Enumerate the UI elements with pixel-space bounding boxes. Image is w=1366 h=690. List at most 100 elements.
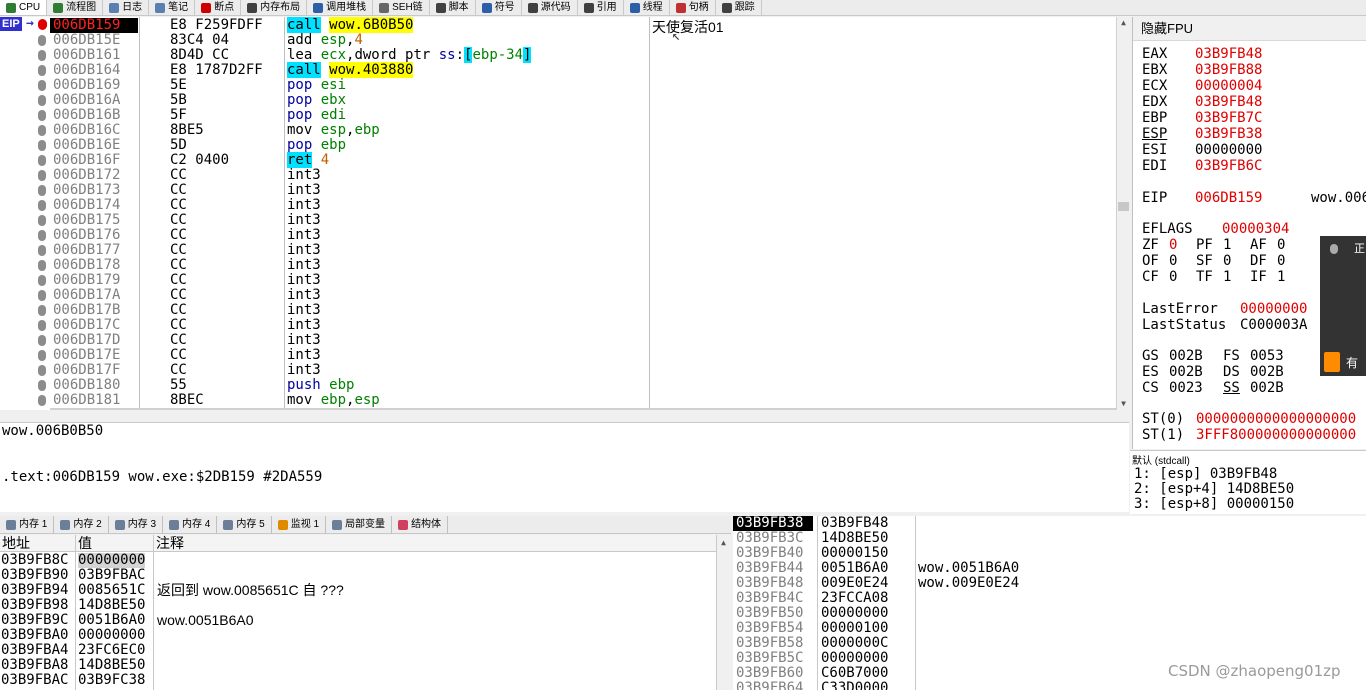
disasm-row[interactable]: 006DB16E 5D pop ebp bbox=[50, 138, 650, 153]
disasm-row[interactable]: 006DB164 E8 1787D2FF call wow.403880 bbox=[50, 62, 650, 78]
breakpoint-slot-icon[interactable] bbox=[38, 80, 46, 91]
tab-graph[interactable]: 流程图 bbox=[47, 0, 104, 15]
disasm-row[interactable]: 006DB176 CC int3 bbox=[50, 228, 650, 243]
breakpoint-slot-icon[interactable] bbox=[38, 380, 46, 391]
breakpoint-slot-icon[interactable] bbox=[38, 245, 46, 256]
segment-value[interactable]: 002B bbox=[1169, 348, 1223, 364]
address-column-header[interactable]: 地址 bbox=[0, 535, 76, 552]
segment-value[interactable]: 002B bbox=[1250, 364, 1304, 380]
register-name[interactable]: EBX bbox=[1142, 62, 1195, 78]
disasm-row[interactable]: 006DB159 E8 F259FDFF call wow.6B0B50 bbox=[50, 17, 650, 33]
disasm-row[interactable]: 006DB17B CC int3 bbox=[50, 303, 650, 318]
breakpoint-slot-icon[interactable] bbox=[38, 335, 46, 346]
dump-row[interactable]: 03B9FBAC 03B9FC38 bbox=[0, 673, 716, 688]
dump-row[interactable]: 03B9FB94 0085651C 返回到 wow.0085651C 自 ??? bbox=[0, 583, 716, 598]
dump-tab[interactable]: 结构体 bbox=[392, 516, 449, 534]
disassembly-view[interactable]: EIP → 006DB159 E8 F259FDFF call wow.6B0B50… bbox=[0, 17, 1129, 410]
disasm-row[interactable]: 006DB16C 8BE5 mov esp,ebp bbox=[50, 123, 650, 138]
disasm-row[interactable]: 006DB15E 83C4 04 add esp,4 bbox=[50, 33, 650, 48]
disasm-row[interactable]: 006DB161 8D4D CC lea ecx,dword ptr ss:[ebp… bbox=[50, 47, 650, 63]
register-value[interactable]: 03B9FB88 bbox=[1195, 62, 1262, 78]
disasm-row[interactable]: 006DB16A 5B pop ebx bbox=[50, 93, 650, 108]
breakpoint-slot-icon[interactable] bbox=[38, 350, 46, 361]
breakpoint-slot-icon[interactable] bbox=[38, 65, 46, 76]
disasm-row[interactable]: 006DB179 CC int3 bbox=[50, 273, 650, 288]
register-value[interactable]: 03B9FB48 bbox=[1195, 46, 1262, 62]
segment-value[interactable]: 0053 bbox=[1250, 348, 1304, 364]
register-value[interactable]: 00000000 bbox=[1240, 301, 1307, 317]
dump-tab[interactable]: 局部变量 bbox=[326, 516, 393, 534]
flag-value[interactable]: 1 bbox=[1277, 269, 1304, 285]
register-value[interactable]: 03B9FB48 bbox=[1195, 94, 1262, 110]
tab-trace[interactable]: 跟踪 bbox=[716, 0, 762, 15]
register-value[interactable]: 03B9FB6C bbox=[1195, 158, 1262, 174]
dump-scrollbar[interactable]: ▲ bbox=[716, 535, 731, 690]
breakpoint-slot-icon[interactable] bbox=[38, 35, 46, 46]
stack-row[interactable]: 03B9FB54 00000100 bbox=[733, 621, 1366, 636]
stack-row[interactable]: 03B9FB50 00000000 bbox=[733, 606, 1366, 621]
breakpoint-slot-icon[interactable] bbox=[38, 50, 46, 61]
breakpoint-dot-icon[interactable] bbox=[38, 19, 47, 30]
tab-references[interactable]: 引用 bbox=[578, 0, 624, 15]
flag-value[interactable]: 0 bbox=[1277, 253, 1304, 269]
disasm-row[interactable]: 006DB181 8BEC mov ebp,esp bbox=[50, 393, 650, 408]
dump-tab[interactable]: 内存 5 bbox=[217, 516, 272, 534]
register-value[interactable]: C000003A bbox=[1240, 317, 1307, 333]
stack-row[interactable]: 03B9FB44 0051B6A0 wow.0051B6A0 bbox=[733, 561, 1366, 576]
disasm-row[interactable]: 006DB169 5E pop esi bbox=[50, 78, 650, 93]
tab-log[interactable]: 日志 bbox=[103, 0, 150, 15]
flag-value[interactable]: 0 bbox=[1277, 237, 1304, 253]
fpu-register-value[interactable]: 0000000000000000000 bbox=[1196, 411, 1356, 427]
call-arg-row[interactable]: 1: [esp] 03B9FB48 bbox=[1134, 467, 1277, 482]
breakpoint-slot-icon[interactable] bbox=[38, 140, 46, 151]
tab-seh[interactable]: SEH链 bbox=[373, 0, 430, 15]
disasm-row[interactable]: 006DB17E CC int3 bbox=[50, 348, 650, 363]
register-value[interactable]: 00000304 bbox=[1222, 221, 1289, 237]
segment-value[interactable]: 002B bbox=[1169, 364, 1223, 380]
scroll-up-icon[interactable]: ▲ bbox=[718, 537, 729, 549]
register-name[interactable]: EDX bbox=[1142, 94, 1195, 110]
stack-row[interactable]: 03B9FB38 03B9FB48 bbox=[733, 516, 1366, 531]
tab-threads[interactable]: 线程 bbox=[624, 0, 670, 15]
disasm-row[interactable]: 006DB17C CC int3 bbox=[50, 318, 650, 333]
tab-notes[interactable]: 笔记 bbox=[149, 0, 196, 15]
disassembly-scrollbar[interactable]: ▲ ▼ bbox=[1116, 17, 1129, 410]
call-arg-row[interactable]: 3: [esp+8] 00000150 bbox=[1134, 497, 1294, 512]
register-value[interactable]: 03B9FB38 bbox=[1195, 126, 1262, 142]
call-arg-row[interactable]: 2: [esp+4] 14D8BE50 bbox=[1134, 482, 1294, 497]
hide-fpu-button[interactable]: 隐藏FPU bbox=[1133, 17, 1366, 41]
breakpoint-slot-icon[interactable] bbox=[38, 215, 46, 226]
breakpoint-slot-icon[interactable] bbox=[38, 275, 46, 286]
dump-tab[interactable]: 内存 4 bbox=[163, 516, 218, 534]
tab-memory-map[interactable]: 内存布局 bbox=[241, 0, 308, 15]
tab-breakpoint[interactable]: 断点 bbox=[195, 0, 242, 15]
register-name[interactable]: ECX bbox=[1142, 78, 1195, 94]
microphone-icon[interactable] bbox=[1330, 244, 1338, 254]
stack-row[interactable]: 03B9FB4C 23FCCA08 bbox=[733, 591, 1366, 606]
segment-value[interactable]: 002B bbox=[1250, 380, 1304, 396]
breakpoint-slot-icon[interactable] bbox=[38, 365, 46, 376]
stack-row[interactable]: 03B9FB58 0000000C bbox=[733, 636, 1366, 651]
scroll-up-icon[interactable]: ▲ bbox=[1118, 17, 1129, 29]
disasm-row[interactable]: 006DB16F C2 0400 ret 4 bbox=[50, 152, 650, 168]
call-convention-selector[interactable]: 默认 (stdcall) bbox=[1132, 452, 1190, 467]
breakpoint-slot-icon[interactable] bbox=[38, 260, 46, 271]
stack-row[interactable]: 03B9FB64 C33D0000 bbox=[733, 681, 1366, 690]
flag-value[interactable]: 0 bbox=[1223, 253, 1250, 269]
breakpoint-slot-icon[interactable] bbox=[38, 200, 46, 211]
breakpoint-slot-icon[interactable] bbox=[38, 155, 46, 166]
scroll-down-icon[interactable]: ▼ bbox=[1118, 398, 1129, 410]
disasm-row[interactable]: 006DB17A CC int3 bbox=[50, 288, 650, 303]
memory-dump-panel[interactable]: 地址 值 注释 03B9FB8C 00000000 03B9FB90 03B9FBAC… bbox=[0, 535, 731, 690]
flag-value[interactable]: 1 bbox=[1223, 237, 1250, 253]
flag-value[interactable]: 0 bbox=[1169, 253, 1196, 269]
segment-value[interactable]: 0023 bbox=[1169, 380, 1223, 396]
register-value[interactable]: 006DB159 bbox=[1195, 190, 1311, 206]
tab-call-stack[interactable]: 调用堆栈 bbox=[307, 0, 374, 15]
disasm-row[interactable]: 006DB17F CC int3 bbox=[50, 363, 650, 378]
breakpoint-slot-icon[interactable] bbox=[38, 305, 46, 316]
value-column-header[interactable]: 值 bbox=[76, 535, 154, 552]
register-name[interactable]: EAX bbox=[1142, 46, 1195, 62]
disasm-row[interactable]: 006DB178 CC int3 bbox=[50, 258, 650, 273]
register-value[interactable]: 00000004 bbox=[1195, 78, 1262, 94]
